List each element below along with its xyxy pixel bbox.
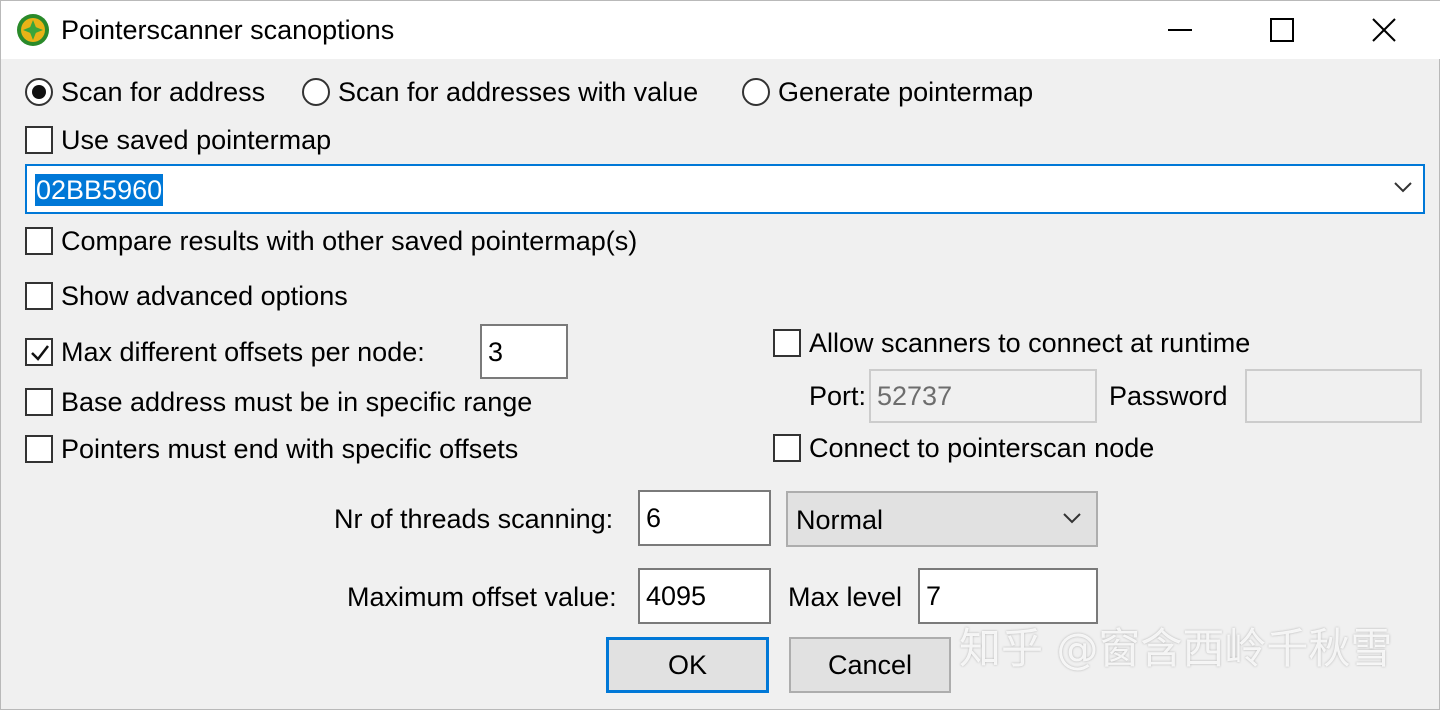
connect-node-checkbox[interactable]: [773, 434, 801, 462]
base-address-range-checkbox[interactable]: [25, 388, 53, 416]
max-offset-value-label: Maximum offset value:: [347, 582, 617, 612]
max-offsets-input[interactable]: 3: [480, 324, 568, 379]
max-level-label: Max level: [788, 582, 903, 612]
minimize-icon: [1168, 29, 1192, 31]
window-title: Pointerscanner scanoptions: [61, 15, 395, 45]
use-saved-pointermap-checkbox[interactable]: [25, 126, 53, 154]
password-input[interactable]: [1245, 369, 1422, 423]
thread-priority-value: Normal: [796, 505, 884, 535]
chevron-down-icon: [1063, 513, 1081, 524]
cancel-button[interactable]: Cancel: [789, 637, 951, 693]
scan-for-address-label[interactable]: Scan for address: [61, 75, 265, 109]
connect-node-label[interactable]: Connect to pointerscan node: [809, 431, 1154, 465]
threads-label: Nr of threads scanning:: [334, 504, 614, 534]
thread-priority-select[interactable]: Normal: [786, 491, 1098, 547]
title-bar[interactable]: Pointerscanner scanoptions: [1, 1, 1440, 59]
watermark: 知乎 @窗含西岭千秋雪: [959, 624, 1393, 673]
minimize-button[interactable]: [1129, 1, 1231, 59]
cheat-engine-icon: [17, 14, 49, 46]
allow-scanners-checkbox[interactable]: [773, 329, 801, 357]
allow-scanners-label[interactable]: Allow scanners to connect at runtime: [809, 326, 1250, 360]
maximize-icon: [1270, 18, 1294, 42]
generate-pointermap-radio[interactable]: [742, 78, 770, 106]
maximize-button[interactable]: [1231, 1, 1333, 59]
compare-results-checkbox[interactable]: [25, 227, 53, 255]
show-advanced-options-label[interactable]: Show advanced options: [61, 279, 348, 313]
max-offsets-label[interactable]: Max different offsets per node:: [61, 335, 425, 369]
checkmark-icon: [31, 345, 49, 361]
max-offsets-checkbox[interactable]: [25, 338, 53, 366]
scan-for-address-radio[interactable]: [25, 78, 53, 106]
use-saved-pointermap-label[interactable]: Use saved pointermap: [61, 123, 331, 157]
chevron-down-icon[interactable]: [1393, 180, 1413, 194]
port-input[interactable]: 52737: [869, 369, 1097, 423]
pointers-end-offsets-checkbox[interactable]: [25, 435, 53, 463]
ok-button[interactable]: OK: [606, 637, 769, 693]
close-button[interactable]: [1333, 1, 1435, 59]
base-address-range-label[interactable]: Base address must be in specific range: [61, 385, 532, 419]
threads-input[interactable]: 6: [638, 490, 771, 546]
dialog-window: Pointerscanner scanoptions Scan for addr…: [0, 0, 1440, 710]
generate-pointermap-label[interactable]: Generate pointermap: [778, 75, 1033, 109]
max-level-input[interactable]: 7: [918, 568, 1098, 624]
close-icon: [1372, 18, 1396, 42]
port-label: Port:: [809, 381, 867, 411]
pointers-end-offsets-label[interactable]: Pointers must end with specific offsets: [61, 432, 518, 466]
max-offset-value-input[interactable]: 4095: [638, 568, 771, 624]
password-label: Password: [1109, 381, 1228, 411]
address-value[interactable]: 02BB5960: [35, 174, 164, 206]
scan-for-addresses-with-value-radio[interactable]: [302, 78, 330, 106]
compare-results-label[interactable]: Compare results with other saved pointer…: [61, 224, 637, 258]
address-combobox[interactable]: 02BB5960: [25, 164, 1425, 214]
show-advanced-options-checkbox[interactable]: [25, 282, 53, 310]
scan-for-addresses-with-value-label[interactable]: Scan for addresses with value: [338, 75, 698, 109]
